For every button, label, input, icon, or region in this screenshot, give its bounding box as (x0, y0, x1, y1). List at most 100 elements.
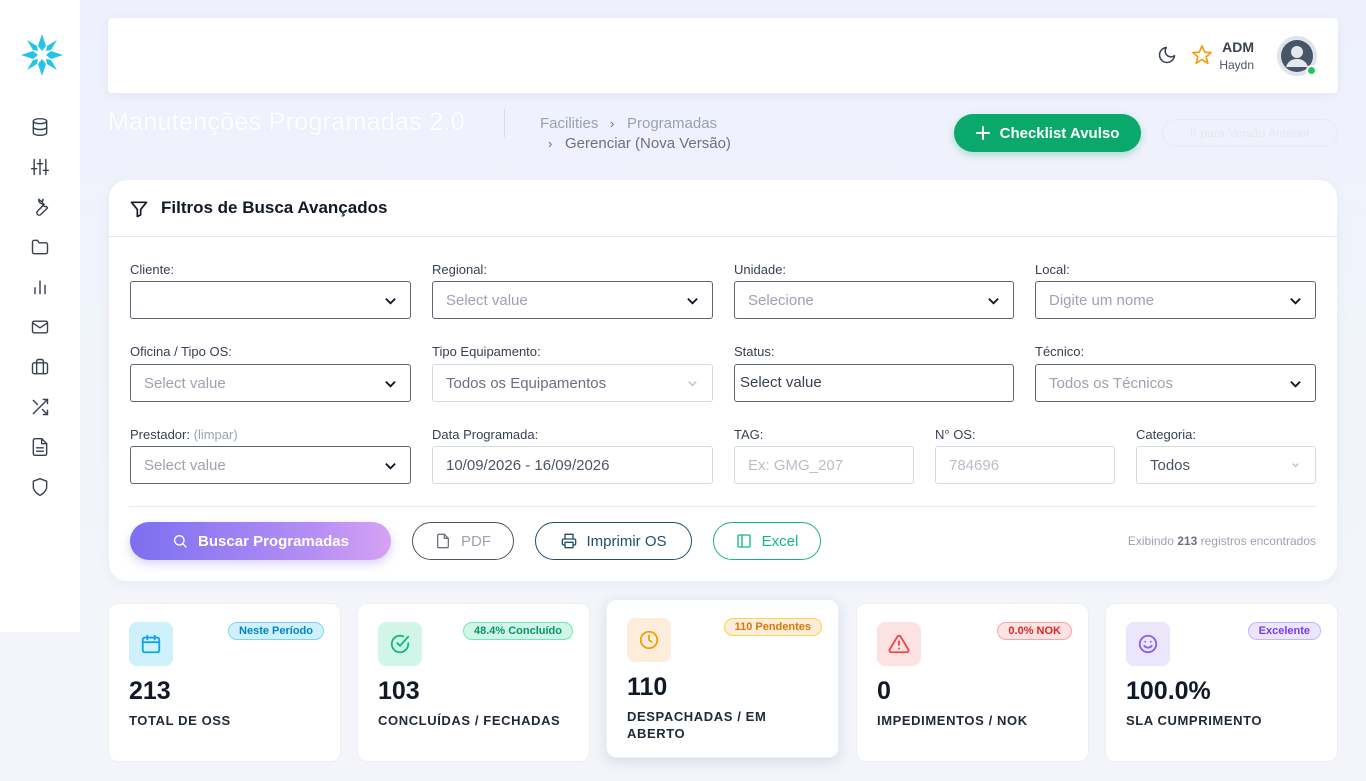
chevron-down-icon (384, 294, 397, 307)
printer-icon (561, 533, 576, 549)
logo-icon[interactable] (19, 32, 65, 78)
status-select[interactable]: Select value (734, 364, 1014, 402)
checklist-avulso-label: Checklist Avulso (999, 124, 1120, 142)
title-separator (504, 109, 505, 137)
bar-chart-icon[interactable] (28, 275, 52, 299)
print-os-button[interactable]: Imprimir OS (535, 522, 692, 560)
tecnico-select[interactable]: Todos os Técnicos (1035, 364, 1316, 402)
wrench-icon[interactable] (28, 195, 52, 219)
chevron-down-icon (1289, 459, 1302, 472)
tag-input[interactable]: Ex: GMG_207 (734, 446, 914, 484)
chevron-down-icon (1289, 294, 1302, 307)
search-button[interactable]: Buscar Programadas (130, 522, 391, 560)
calendar-icon (129, 622, 173, 666)
stat-value: 213 (129, 677, 171, 705)
chevron-down-icon (384, 377, 397, 390)
tipo-equipamento-label: Tipo Equipamento: (432, 344, 541, 359)
stat-value: 0 (877, 677, 891, 705)
oficina-select[interactable]: Select value (130, 364, 411, 402)
stat-card-impedimentos[interactable]: 0.0% NOK 0 IMPEDIMENTOS / NOK (856, 603, 1089, 762)
status-badge: 0.0% NOK (997, 622, 1072, 640)
n-os-placeholder: 784696 (949, 456, 1000, 474)
checklist-avulso-button[interactable]: Checklist Avulso (954, 114, 1141, 152)
filters-header: Filtros de Busca Avançados (109, 180, 1337, 237)
unidade-select[interactable]: Selecione (734, 281, 1014, 319)
chevron-down-icon (686, 294, 699, 307)
prestador-value: Select value (144, 456, 226, 474)
regional-value: Select value (446, 291, 528, 309)
cliente-label: Cliente: (130, 262, 175, 277)
shield-icon[interactable] (28, 475, 52, 499)
unidade-value: Selecione (748, 291, 814, 309)
categoria-label: Categoria: (1136, 427, 1196, 442)
status-label: Status: (734, 344, 775, 359)
data-programada-label: Data Programada: (432, 427, 539, 442)
stat-label: DESPACHADAS / EM ABERTO (627, 709, 767, 741)
prestador-label: Prestador: (limpar) (130, 427, 238, 442)
pdf-button[interactable]: PDF (412, 522, 514, 560)
regional-select[interactable]: Select value (432, 281, 713, 319)
status-badge: Excelente (1247, 622, 1321, 640)
records-prefix: Exibindo (1127, 534, 1174, 548)
chevron-down-icon (1289, 377, 1302, 390)
prestador-clear-link[interactable]: (limpar) (194, 427, 238, 442)
favorite-star-icon[interactable] (1191, 44, 1213, 66)
pdf-button-label: PDF (461, 532, 491, 550)
clock-icon (627, 618, 671, 662)
spreadsheet-icon (736, 534, 751, 548)
old-version-button[interactable]: Ir para Versão Anterior (1162, 119, 1338, 147)
local-value: Digite um nome (1049, 291, 1155, 309)
breadcrumb-programadas[interactable]: Programadas (627, 115, 717, 132)
records-count: Exibindo 213 registros encontrados (1128, 534, 1316, 548)
stat-value: 103 (378, 677, 420, 705)
records-suffix: registros encontrados (1200, 534, 1316, 548)
tipo-equipamento-value: Todos os Equipamentos (446, 374, 607, 392)
status-badge: 48.4% Concluído (462, 622, 573, 640)
page-title: Manutenções Programadas 2.0 (108, 108, 465, 136)
stat-value: 110 (627, 673, 668, 701)
sliders-icon[interactable] (28, 155, 52, 179)
user-name: Haydn (1219, 58, 1254, 72)
stat-card-total[interactable]: Neste Período 213 TOTAL DE OSS (108, 603, 341, 762)
status-badge: Neste Período (228, 622, 324, 640)
file-text-icon[interactable] (28, 435, 52, 459)
tipo-equipamento-select[interactable]: Todos os Equipamentos (432, 364, 713, 402)
shuffle-icon[interactable] (28, 395, 52, 419)
folder-icon[interactable] (28, 235, 52, 259)
oficina-value: Select value (144, 374, 226, 392)
dark-mode-toggle-icon[interactable] (1157, 45, 1177, 65)
stat-label: TOTAL DE OSS (129, 713, 231, 728)
status-badge: 110 Pendentes (723, 618, 822, 636)
tag-label: TAG: (734, 427, 764, 442)
excel-button-label: Excel (761, 532, 799, 550)
filter-icon (130, 201, 148, 218)
excel-button[interactable]: Excel (713, 522, 821, 560)
mail-icon[interactable] (28, 315, 52, 339)
unidade-label: Unidade: (734, 262, 787, 277)
stat-card-concluidas[interactable]: 48.4% Concluído 103 CONCLUÍDAS / FECHADA… (357, 603, 590, 762)
database-icon[interactable] (28, 115, 52, 139)
chevron-down-icon (987, 294, 1000, 307)
search-icon (174, 535, 187, 548)
cliente-select[interactable] (130, 281, 411, 319)
stat-card-despachadas[interactable]: 110 Pendentes 110 DESPACHADAS / EM ABERT… (606, 599, 839, 758)
breadcrumb-facilities[interactable]: Facilities (540, 115, 598, 132)
breadcrumb-current: Gerenciar (Nova Versão) (565, 135, 731, 152)
briefcase-icon[interactable] (28, 355, 52, 379)
online-status-dot (1306, 65, 1317, 76)
tag-placeholder: Ex: GMG_207 (748, 456, 844, 474)
local-select[interactable]: Digite um nome (1035, 281, 1316, 319)
breadcrumb-chevron-icon: › (610, 116, 615, 131)
search-button-label: Buscar Programadas (198, 532, 349, 550)
prestador-select[interactable]: Select value (130, 446, 411, 484)
stat-card-sla[interactable]: Excelente 100.0% SLA CUMPRIMENTO (1105, 603, 1338, 762)
sidebar (0, 0, 80, 632)
regional-label: Regional: (432, 262, 487, 277)
date-range-value: 10/09/2026 - 16/09/2026 (446, 456, 610, 474)
categoria-select[interactable]: Todos (1136, 446, 1316, 484)
n-os-input[interactable]: 784696 (935, 446, 1115, 484)
check-circle-icon (378, 622, 422, 666)
chevron-down-icon (384, 459, 397, 472)
date-range-input[interactable]: 10/09/2026 - 16/09/2026 (432, 446, 713, 484)
alert-triangle-icon (877, 622, 921, 666)
